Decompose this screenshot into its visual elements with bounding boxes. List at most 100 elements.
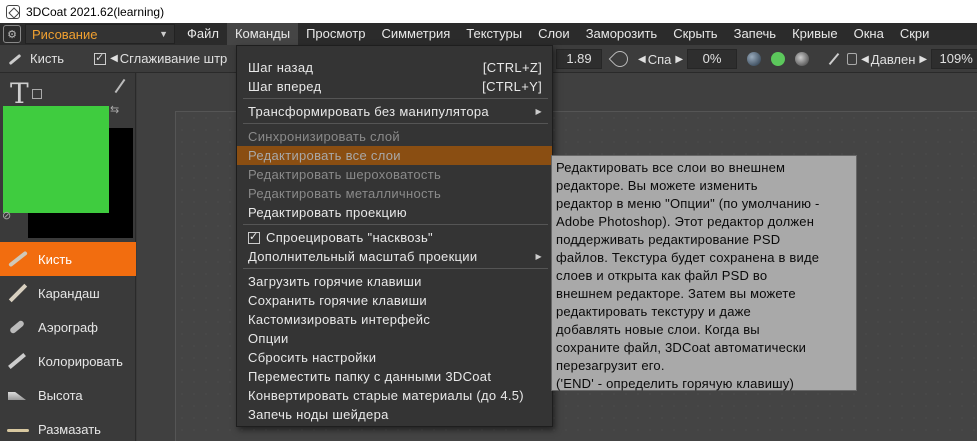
menu-freeze[interactable]: Заморозить <box>578 23 666 45</box>
chevron-left-icon[interactable]: ◀ <box>110 53 118 64</box>
menu-item-label: Сохранить горячие клавиши <box>248 293 427 308</box>
reset-colors-icon[interactable]: ⊘ <box>2 209 11 222</box>
menu-item-undo[interactable]: Шаг назад [CTRL+Z] <box>237 58 552 77</box>
tooltip-line: файлов. Текстура будет сохранена в виде <box>556 250 820 265</box>
menu-commands[interactable]: Команды <box>226 23 299 45</box>
menu-item-save-hotkeys[interactable]: Сохранить горячие клавиши <box>237 291 552 310</box>
menu-windows[interactable]: Окна <box>846 23 892 45</box>
tool-height[interactable]: Высота <box>0 378 136 412</box>
menu-item-load-hotkeys[interactable]: Загрузить горячие клавиши <box>237 272 552 291</box>
brush-shape-icon[interactable] <box>608 47 632 71</box>
pencil-icon <box>6 282 28 304</box>
menu-item-edit-all-layers[interactable]: Редактировать все слои <box>237 146 552 165</box>
tooltip-line: сохраните файл, 3DCoat автоматически <box>556 340 807 355</box>
sphere-preview-icon[interactable] <box>747 52 762 66</box>
colorize-icon <box>6 350 28 372</box>
menu-symmetry[interactable]: Симметрия <box>373 23 458 45</box>
smoothing-checkbox[interactable] <box>94 51 107 65</box>
menu-item-label: Сбросить настройки <box>248 350 377 365</box>
menu-item-options[interactable]: Опции <box>237 329 552 348</box>
menu-divider <box>243 98 548 99</box>
color-swatch-icon[interactable] <box>771 52 786 66</box>
menu-item-edit-metalness: Редактировать металличность <box>237 184 552 203</box>
tool-colorize[interactable]: Колорировать <box>0 344 136 378</box>
checkbox-checked[interactable] <box>248 230 260 244</box>
submenu-arrow-icon: ▶ <box>535 252 542 261</box>
primary-color-swatch[interactable] <box>3 106 109 213</box>
menu-item-label: Редактировать проекцию <box>248 205 407 220</box>
menu-layers[interactable]: Слои <box>530 23 578 45</box>
smoothing-label: Сглаживание штр <box>119 51 228 66</box>
tooltip-line: редактировать текстуру и даже <box>556 304 751 319</box>
left-tool-panel: T ⇆ ⊘ Кисть Карандаш Аэрограф Колорирова… <box>0 73 136 441</box>
menu-item-label: Редактировать металличность <box>248 186 442 201</box>
menu-bake[interactable]: Запечь <box>726 23 784 45</box>
material-sphere-icon[interactable] <box>795 52 810 66</box>
menu-item-bake-shader-nodes[interactable]: Запечь ноды шейдера <box>237 405 552 424</box>
menu-item-label: Редактировать шероховатость <box>248 167 442 182</box>
chevron-right-icon[interactable]: ▶ <box>919 54 927 65</box>
app-logo-icon <box>6 4 20 19</box>
falloff-field[interactable]: 0% <box>687 49 738 69</box>
menu-scripts[interactable]: Скри <box>892 23 938 45</box>
tool-label: Размазать <box>38 421 101 437</box>
menu-item-customize-ui[interactable]: Кастомизировать интерфейс <box>237 310 552 329</box>
tool-label: Высота <box>38 387 83 403</box>
text-frame-icon <box>32 89 42 99</box>
menu-item-transform[interactable]: Трансформировать без манипулятора ▶ <box>237 102 552 121</box>
menu-item-label: Трансформировать без манипулятора <box>248 104 489 119</box>
menu-view[interactable]: Просмотр <box>298 23 373 45</box>
tool-brush[interactable]: Кисть <box>0 242 136 276</box>
tooltip-line: добавлять новые слои. Когда вы <box>556 322 760 337</box>
menu-divider <box>243 224 548 225</box>
pen-pressure-icon[interactable] <box>828 52 840 66</box>
menu-item-redo[interactable]: Шаг вперед [CTRL+Y] <box>237 77 552 96</box>
menu-item-label: Переместить папку с данными 3DCoat <box>248 369 492 384</box>
menu-file[interactable]: Файл <box>179 23 227 45</box>
menu-item-label: Конвертировать старые материалы (до 4.5) <box>248 388 524 403</box>
swap-colors-icon[interactable]: ⇆ <box>110 103 119 116</box>
tooltip-line: перезагрузит его. <box>556 358 665 373</box>
tool-label: Кисть <box>38 251 73 267</box>
menu-item-label: Запечь ноды шейдера <box>248 407 389 422</box>
tool-airbrush[interactable]: Аэрограф <box>0 310 136 344</box>
menu-item-edit-projection[interactable]: Редактировать проекцию <box>237 203 552 222</box>
lock-icon[interactable] <box>847 53 858 65</box>
shortcut-label: [CTRL+Z] <box>482 60 542 75</box>
chevron-right-icon[interactable]: ▶ <box>675 54 683 65</box>
brush-size-field[interactable]: 1.89 <box>556 49 602 69</box>
menu-item-edit-roughness: Редактировать шероховатость <box>237 165 552 184</box>
menu-curves[interactable]: Кривые <box>784 23 846 45</box>
chevron-left-icon[interactable]: ◀ <box>861 54 869 65</box>
tool-name-label: Кисть <box>30 51 65 66</box>
tooltip-line: редактор в меню "Опции" (по умолчанию - <box>556 196 820 211</box>
room-toggle-icon[interactable]: ⚙ <box>3 25 21 43</box>
menu-item-move-data-folder[interactable]: Переместить папку с данными 3DCoat <box>237 367 552 386</box>
tooltip-line: Редактировать все слои во внешнем <box>556 160 786 175</box>
falloff-label: Спа <box>647 51 672 67</box>
menu-item-label: Синхронизировать слой <box>248 129 400 144</box>
window-title: 3DCoat 2021.62(learning) <box>26 4 165 19</box>
menu-item-extra-scale[interactable]: Дополнительный масштаб проекции ▶ <box>237 247 552 266</box>
menu-item-label: Шаг вперед <box>248 79 322 94</box>
menu-textures[interactable]: Текстуры <box>458 23 530 45</box>
chevron-left-icon[interactable]: ◀ <box>638 54 646 65</box>
airbrush-icon <box>6 316 28 338</box>
tool-label: Карандаш <box>38 285 100 301</box>
brush-icon <box>6 51 22 67</box>
menu-item-project-through[interactable]: Спроецировать "насквозь" <box>237 228 552 247</box>
tool-label: Колорировать <box>38 353 123 369</box>
room-mode-select[interactable]: Рисование ▼ <box>25 24 175 44</box>
tooltip-line: поддерживать редактирование PSD <box>556 232 781 247</box>
menu-hide[interactable]: Скрыть <box>665 23 725 45</box>
menu-divider <box>243 123 548 124</box>
pen-icon[interactable] <box>112 79 126 93</box>
tool-smudge[interactable]: Размазать <box>0 412 136 441</box>
tool-list: Кисть Карандаш Аэрограф Колорировать Выс… <box>0 242 136 441</box>
menu-item-convert-materials[interactable]: Конвертировать старые материалы (до 4.5) <box>237 386 552 405</box>
submenu-arrow-icon: ▶ <box>535 107 542 116</box>
tool-pencil[interactable]: Карандаш <box>0 276 136 310</box>
pressure-label: Давлен <box>870 51 916 67</box>
menu-item-reset-settings[interactable]: Сбросить настройки <box>237 348 552 367</box>
pressure-field[interactable]: 109% <box>931 49 977 69</box>
